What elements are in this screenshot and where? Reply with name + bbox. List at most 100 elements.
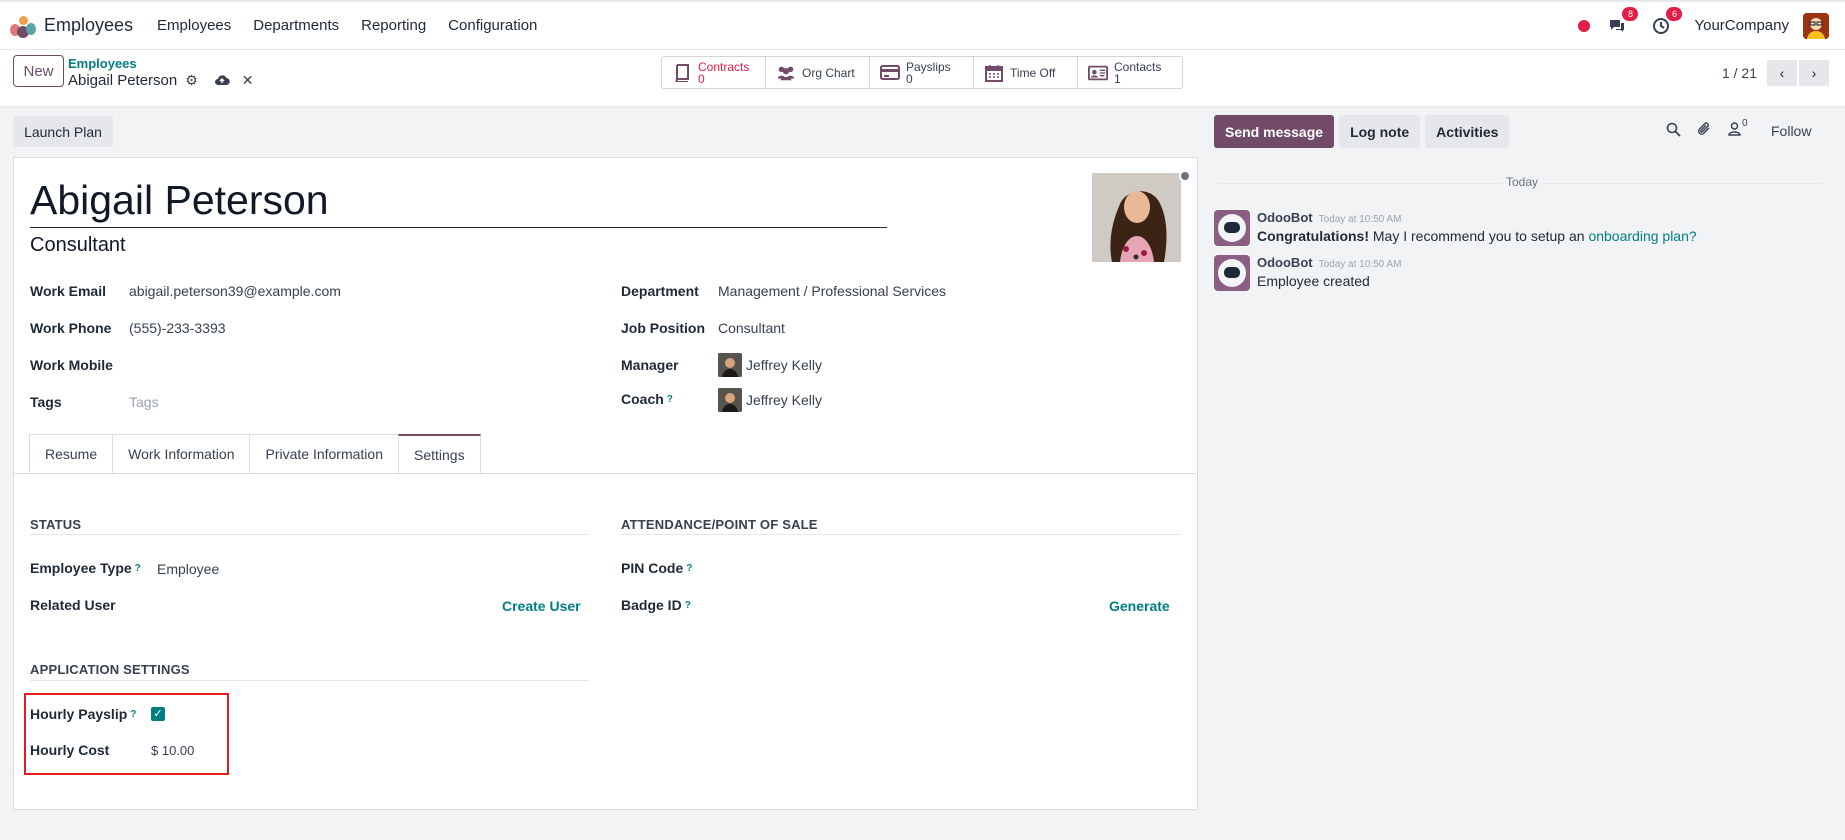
manager-avatar	[718, 353, 742, 377]
badge-id-label: Badge ID	[621, 597, 682, 613]
app-brand[interactable]: Employees	[10, 2, 157, 49]
employee-name-field[interactable]: Abigail Peterson	[30, 175, 887, 228]
messaging-icon[interactable]: 8	[1606, 6, 1639, 37]
employee-photo[interactable]	[1092, 173, 1181, 262]
menu-reporting[interactable]: Reporting	[361, 17, 426, 34]
hourly-payslip-help-icon[interactable]: ?	[130, 709, 136, 720]
generate-badge-button[interactable]: Generate	[1109, 598, 1170, 614]
employee-type-label: Employee Type	[30, 560, 132, 576]
time-off-smart-button[interactable]: Time Off	[974, 57, 1078, 88]
smart-buttons: Contracts 0 Org Chart Payslips 0 Time Of…	[661, 56, 1183, 89]
paperclip-icon[interactable]	[1697, 121, 1712, 141]
followers-count: 0	[1742, 118, 1748, 129]
tab-settings[interactable]: Settings	[397, 434, 481, 474]
search-icon[interactable]	[1666, 122, 1681, 141]
breadcrumb-employees[interactable]: Employees	[68, 56, 137, 71]
onboarding-plan-link[interactable]: onboarding plan?	[1588, 228, 1696, 244]
tab-work-information[interactable]: Work Information	[112, 434, 250, 474]
main-menu: Employees Departments Reporting Configur…	[157, 17, 559, 34]
status-section-rule	[30, 534, 589, 535]
work-mobile-field[interactable]	[129, 357, 429, 375]
work-email-field[interactable]: abigail.peterson39@example.com	[129, 283, 341, 299]
badge-id-row: Badge ID ?	[621, 594, 691, 616]
robot-icon	[1218, 259, 1246, 287]
message-author[interactable]: OdooBot	[1257, 210, 1313, 225]
log-note-button[interactable]: Log note	[1339, 115, 1421, 148]
contracts-smart-button[interactable]: Contracts 0	[662, 57, 766, 88]
pin-code-row: PIN Code ?	[621, 557, 692, 579]
book-icon	[672, 63, 692, 82]
related-user-row: Related User	[30, 594, 116, 616]
work-phone-row: Work Phone	[30, 317, 111, 339]
coach-label: Coach	[621, 391, 664, 407]
new-button[interactable]: New	[13, 55, 64, 87]
manager-field[interactable]: Jeffrey Kelly	[718, 353, 822, 377]
create-user-button[interactable]: Create User	[502, 598, 581, 614]
chatter-message: OdooBot Today at 10:50 AM Employee creat…	[1214, 255, 1401, 291]
send-message-button[interactable]: Send message	[1214, 115, 1335, 148]
launch-plan-button[interactable]: Launch Plan	[13, 116, 113, 147]
menu-configuration[interactable]: Configuration	[448, 17, 537, 34]
time-off-label: Time Off	[1010, 65, 1056, 80]
activity-clock-icon[interactable]: 6	[1650, 6, 1683, 37]
tab-resume[interactable]: Resume	[29, 434, 113, 474]
menu-departments[interactable]: Departments	[253, 17, 339, 34]
job-position-label: Job Position	[621, 320, 705, 336]
org-chart-label: Org Chart	[802, 65, 855, 80]
coach-avatar	[718, 388, 742, 412]
message-text: Employee created	[1257, 273, 1370, 289]
tags-label: Tags	[30, 394, 62, 410]
hourly-cost-field[interactable]: $ 10.00	[151, 743, 194, 758]
menu-employees[interactable]: Employees	[157, 17, 231, 34]
messages-badge: 8	[1622, 6, 1639, 21]
org-chart-smart-button[interactable]: Org Chart	[766, 57, 870, 88]
top-navbar: Employees Employees Departments Reportin…	[0, 0, 1845, 50]
activities-button[interactable]: Activities	[1425, 115, 1510, 148]
employee-type-help-icon[interactable]: ?	[135, 563, 141, 574]
chatter-message: OdooBot Today at 10:50 AM Congratulation…	[1214, 210, 1697, 246]
work-phone-field[interactable]: (555)-233-3393	[129, 320, 226, 336]
message-author[interactable]: OdooBot	[1257, 255, 1313, 270]
control-panel: New Employees Abigail Peterson ⚙ ✕ Contr…	[0, 50, 1845, 107]
discard-icon[interactable]: ✕	[242, 72, 254, 89]
department-field[interactable]: Management / Professional Services	[718, 283, 946, 299]
coach-field[interactable]: Jeffrey Kelly	[718, 388, 822, 412]
hourly-payslip-checkbox[interactable]: ✓	[151, 707, 165, 721]
hourly-cost-row: Hourly Cost	[30, 739, 109, 761]
chevron-right-icon[interactable]: ›	[1799, 60, 1829, 86]
notebook-tabs: Resume Work Information Private Informat…	[29, 434, 481, 474]
pin-code-field[interactable]	[718, 560, 1168, 578]
coach-row: Coach ?	[621, 388, 673, 410]
contacts-smart-button[interactable]: Contacts 1	[1078, 57, 1182, 88]
work-email-row: Work Email	[30, 280, 106, 302]
work-phone-label: Work Phone	[30, 320, 112, 336]
payslips-smart-button[interactable]: Payslips 0	[870, 57, 974, 88]
attendance-section-title: ATTENDANCE/POINT OF SALE	[621, 517, 818, 532]
recording-indicator-icon[interactable]	[1578, 19, 1591, 32]
pin-code-help-icon[interactable]: ?	[686, 563, 692, 574]
odoobot-avatar[interactable]	[1214, 255, 1250, 291]
company-switcher[interactable]: YourCompany	[1694, 17, 1789, 34]
employee-type-field[interactable]: Employee	[157, 561, 219, 577]
tags-field[interactable]: Tags	[129, 394, 159, 410]
job-position-field[interactable]: Consultant	[718, 320, 785, 336]
user-avatar[interactable]	[1803, 12, 1829, 39]
tags-row: Tags	[30, 391, 62, 413]
payslips-label: Payslips	[906, 59, 951, 74]
pager-value[interactable]: 1 / 21	[1722, 65, 1757, 81]
users-icon	[776, 64, 796, 82]
tab-private-information[interactable]: Private Information	[249, 434, 398, 474]
followers-icon[interactable]: 0	[1728, 118, 1748, 140]
job-title-field[interactable]: Consultant	[30, 234, 126, 257]
contracts-label: Contracts	[698, 59, 750, 74]
odoobot-avatar[interactable]	[1214, 210, 1250, 246]
gear-icon[interactable]: ⚙	[185, 72, 198, 89]
badge-id-help-icon[interactable]: ?	[685, 600, 691, 611]
chevron-left-icon[interactable]: ‹	[1767, 60, 1797, 86]
hourly-cost-label: Hourly Cost	[30, 742, 110, 758]
cloud-save-icon[interactable]	[214, 73, 230, 89]
job-position-row: Job Position	[621, 317, 705, 339]
coach-help-icon[interactable]: ?	[667, 394, 673, 405]
follow-button[interactable]: Follow	[1771, 123, 1811, 139]
app-title: Employees	[44, 15, 134, 35]
